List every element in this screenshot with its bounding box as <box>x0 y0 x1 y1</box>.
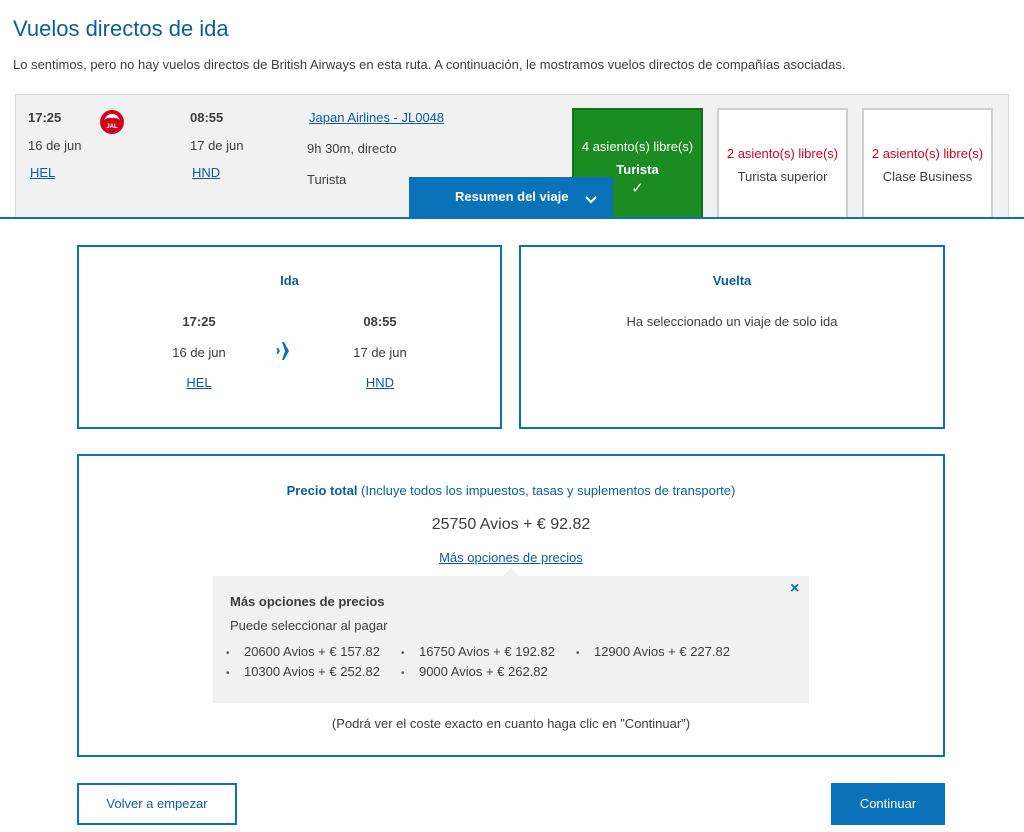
price-total: 25750 Avios + € 92.82 <box>431 516 591 533</box>
price-option-item[interactable]: • 9000 Avios + € 262.82 <box>401 663 548 681</box>
arrival-date: 17 de jun <box>190 138 244 153</box>
cabin-name: Turista <box>616 162 659 177</box>
close-icon[interactable]: × <box>790 580 799 598</box>
svg-text:JAL: JAL <box>106 124 118 130</box>
cabin-seats: 2 asiento(s) libre(s) <box>726 146 839 161</box>
return-title: Vuelta <box>712 273 752 288</box>
outbound-dep-date: 16 de jun <box>172 345 226 360</box>
arrival-airport-link[interactable]: HND <box>192 165 220 180</box>
price-label-bold: Precio total <box>286 483 358 498</box>
return-panel: Vuelta Ha seleccionado un viaje de solo … <box>519 245 945 429</box>
price-note: (Podrá ver el coste exacto en cuanto hag… <box>331 716 691 731</box>
price-option-text: 20600 Avios + € 157.82 <box>243 644 380 659</box>
return-message: Ha seleccionado un viaje de solo ida <box>626 314 838 329</box>
price-options-popup: Más opciones de precios Puede selecciona… <box>213 576 809 703</box>
trip-summary-toggle[interactable]: Resumen del viaje <box>409 177 613 218</box>
arrival-time: 08:55 <box>190 110 224 125</box>
popup-subtitle: Puede seleccionar al pagar <box>230 618 388 633</box>
summary-divider <box>0 217 1024 219</box>
outbound-dep-airport-link[interactable]: HEL <box>159 375 239 390</box>
more-price-options-link[interactable]: Más opciones de precios <box>411 550 611 565</box>
popup-caret <box>503 568 519 576</box>
bullet-icon: • <box>226 668 230 679</box>
jal-crane-logo-icon: JAL <box>99 109 125 135</box>
bullet-icon: • <box>576 648 580 659</box>
outbound-title: Ida <box>280 273 299 288</box>
popup-title: Más opciones de precios <box>230 594 385 609</box>
bullet-icon: • <box>226 648 230 659</box>
airline-flight-link[interactable]: Japan Airlines - JL0048 <box>309 110 444 125</box>
cabin-option-turista-superior[interactable]: 2 asiento(s) libre(s) Turista superior <box>717 108 848 218</box>
price-option-text: 10300 Avios + € 252.82 <box>243 664 380 679</box>
chevron-down-icon <box>585 192 597 207</box>
bullet-icon: • <box>401 668 405 679</box>
outbound-arr-date: 17 de jun <box>353 345 407 360</box>
price-label: Precio total (Incluye todos los impuesto… <box>79 483 943 498</box>
cabin-name: Turista superior <box>737 169 828 184</box>
cabin-seats: 4 asiento(s) libre(s) <box>581 139 694 154</box>
price-label-rest: (Incluye todos los impuestos, tasas y su… <box>357 483 736 498</box>
continue-button[interactable]: Continuar <box>831 783 945 825</box>
price-option-text: 12900 Avios + € 227.82 <box>593 644 730 659</box>
price-option-item[interactable]: • 20600 Avios + € 157.82 <box>226 643 380 661</box>
price-option-item[interactable]: • 16750 Avios + € 192.82 <box>401 643 555 661</box>
bullet-icon: • <box>401 648 405 659</box>
departure-time: 17:25 <box>28 110 62 125</box>
cabin-seats: 2 asiento(s) libre(s) <box>871 146 984 161</box>
departure-airport-link[interactable]: HEL <box>30 165 55 180</box>
cabin-name: Clase Business <box>882 169 973 184</box>
restart-button[interactable]: Volver a empezar <box>77 783 237 825</box>
outbound-arr-time: 08:55 <box>363 314 397 329</box>
price-option-item[interactable]: • 12900 Avios + € 227.82 <box>576 643 730 661</box>
outbound-panel: Ida 17:25 16 de jun HEL 08:55 17 de jun … <box>77 245 502 429</box>
outbound-dep-time: 17:25 <box>182 314 216 329</box>
outbound-arr-airport-link[interactable]: HND <box>340 375 420 390</box>
flight-cabin: Turista <box>307 172 347 187</box>
departure-date: 16 de jun <box>28 138 82 153</box>
airplane-icon <box>276 341 298 366</box>
price-option-text: 9000 Avios + € 262.82 <box>418 664 548 679</box>
no-direct-flights-notice: Lo sentimos, pero no hay vuelos directos… <box>13 57 846 72</box>
page-title: Vuelos directos de ida <box>13 16 229 41</box>
price-option-text: 16750 Avios + € 192.82 <box>418 644 555 659</box>
price-option-item[interactable]: • 10300 Avios + € 252.82 <box>226 663 380 681</box>
trip-summary-label: Resumen del viaje <box>455 189 569 204</box>
flight-duration: 9h 30m, directo <box>307 141 397 156</box>
cabin-option-clase-business[interactable]: 2 asiento(s) libre(s) Clase Business <box>862 108 993 218</box>
